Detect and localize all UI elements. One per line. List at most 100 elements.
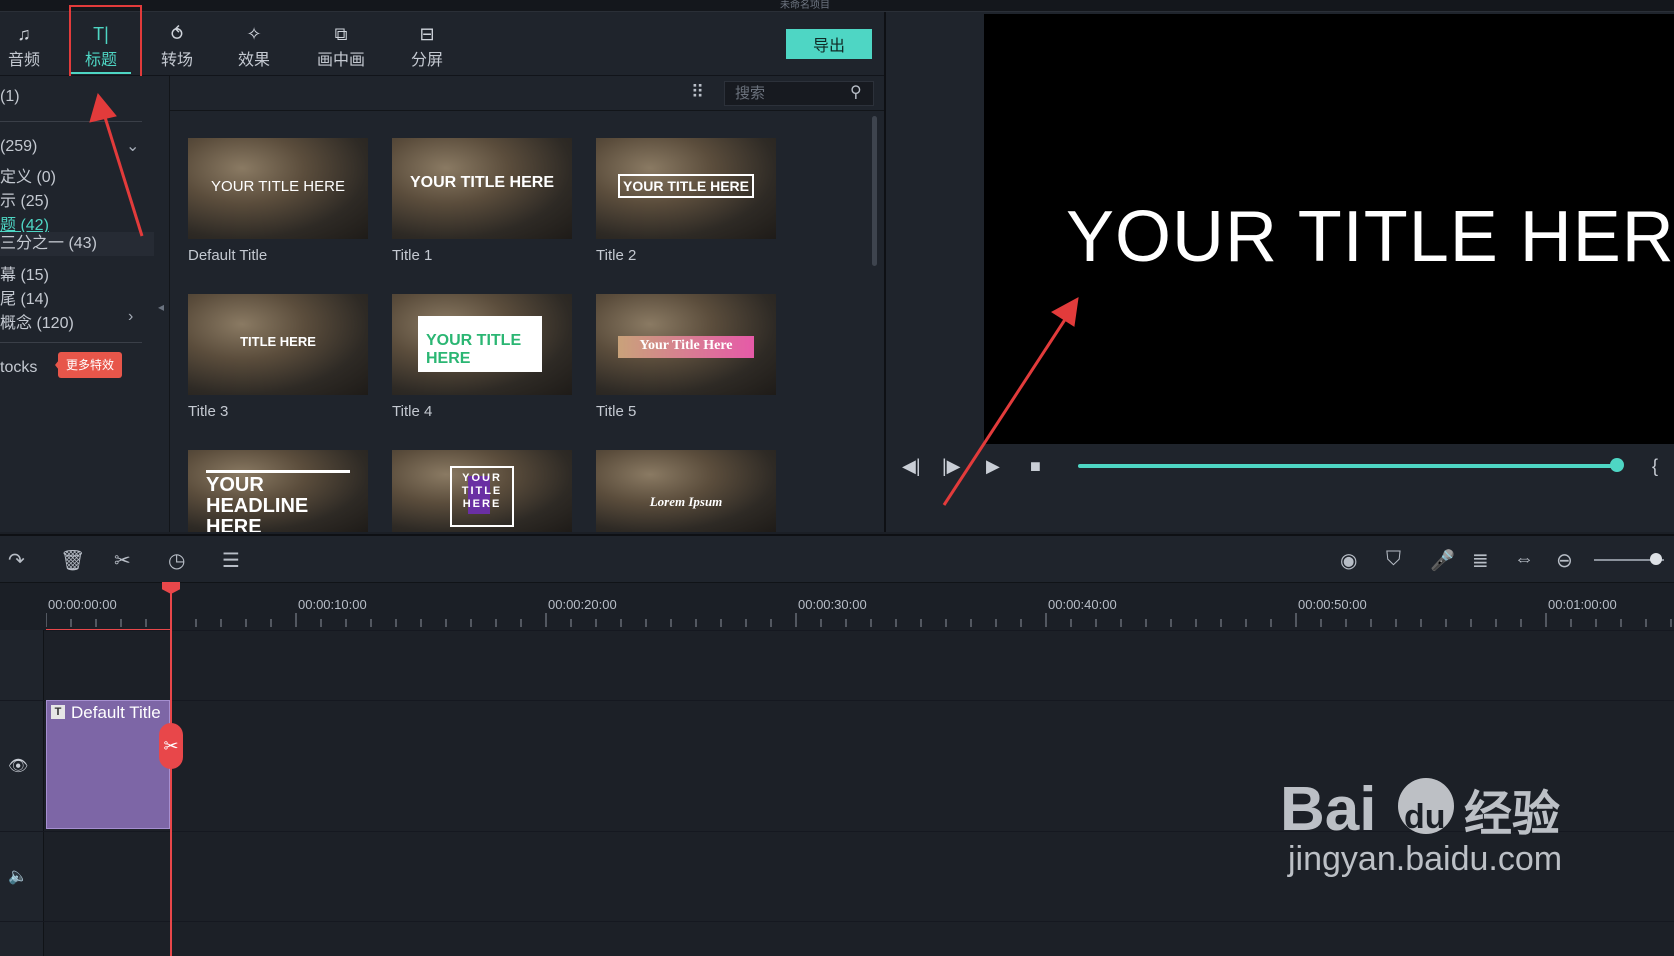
track-divider bbox=[0, 700, 44, 701]
eye-icon[interactable]: 👁 bbox=[8, 756, 28, 776]
tab-pip[interactable]: ⧉ 画中画 bbox=[311, 22, 371, 70]
thumb-card[interactable]: YOUR TITLE HERE bbox=[392, 450, 572, 532]
thumb-label: Title 4 bbox=[392, 403, 433, 420]
fit-timeline-icon[interactable]: ⇔ bbox=[1514, 548, 1534, 571]
thumb-overlay-text: YOUR TITLE HERE bbox=[618, 174, 754, 198]
thumbnail-image: YOUR HEADLINE HERE bbox=[188, 450, 368, 532]
preview-progress-bar[interactable] bbox=[1078, 464, 1614, 468]
thumb-overlay-text: YOUR TITLE HERE bbox=[450, 466, 514, 527]
category-item[interactable]: (1) bbox=[0, 88, 20, 106]
ruler-label: 00:00:50:00 bbox=[1298, 597, 1367, 612]
render-preview-icon[interactable]: ◉ bbox=[1340, 548, 1357, 573]
category-item[interactable]: 尾 (14) bbox=[0, 285, 49, 309]
thumb-card[interactable]: YOUR HEADLINE HERE bbox=[188, 450, 368, 532]
tab-audio[interactable]: ♫ 音频 bbox=[0, 22, 54, 70]
zoom-out-icon[interactable]: ⊖ bbox=[1556, 548, 1573, 573]
split-screen-icon: ⊟ bbox=[419, 24, 435, 44]
timeline-ruler[interactable]: 00:00:00:00 00:00:10:00 00:00:20:00 00:0… bbox=[0, 582, 1674, 632]
track-row[interactable] bbox=[44, 921, 1674, 956]
collapse-handle-icon[interactable]: ◂ bbox=[158, 300, 164, 314]
audio-mixer-icon[interactable]: ≣ bbox=[1472, 548, 1489, 573]
category-divider bbox=[0, 342, 142, 343]
category-item[interactable]: 三分之一 (43) bbox=[0, 232, 154, 256]
chevron-down-icon[interactable]: ⌄ bbox=[126, 136, 139, 156]
thumbnail-image: TITLE HERE bbox=[188, 294, 368, 395]
thumb-overlay-text: YOUR TITLE HERE bbox=[409, 174, 554, 191]
thumbnail-image: YOUR TITLE HERE bbox=[392, 450, 572, 532]
tab-audio-label: 音频 bbox=[7, 52, 40, 69]
step-forward-icon[interactable]: |▶ bbox=[942, 456, 961, 477]
thumb-label: Title 3 bbox=[188, 403, 229, 420]
play-icon[interactable]: ▶ bbox=[986, 456, 1000, 477]
thumbnail-image: Lorem Ipsum bbox=[596, 450, 776, 532]
thumb-card[interactable]: YOUR TITLE HERE Title 2 bbox=[596, 138, 776, 264]
ruler-label: 00:00:00:00 bbox=[48, 597, 117, 612]
category-divider bbox=[0, 121, 142, 122]
category-item[interactable]: (259) bbox=[0, 138, 37, 156]
track-row[interactable] bbox=[44, 630, 1674, 700]
thumb-card[interactable]: YOUR TITLE HERE Default Title bbox=[188, 138, 368, 264]
thumbnail-image: Your Title Here bbox=[596, 294, 776, 395]
thumb-overlay-text: Lorem Ipsum bbox=[649, 494, 723, 509]
thumb-card[interactable]: YOUR TITLE HERE Title 4 bbox=[392, 294, 572, 420]
category-item[interactable]: 定义 (0) bbox=[0, 163, 56, 187]
grid-scrollbar[interactable] bbox=[872, 116, 877, 266]
preview-progress-knob[interactable] bbox=[1610, 458, 1624, 472]
adjust-sliders-icon[interactable]: ☰ bbox=[222, 548, 240, 573]
stop-icon[interactable]: ■ bbox=[1030, 456, 1041, 477]
mark-in-icon[interactable]: { bbox=[1652, 456, 1658, 477]
effects-icon: ✧ bbox=[246, 24, 262, 44]
thumbnail-image: YOUR TITLE HERE bbox=[188, 138, 368, 239]
thumb-label: Default Title bbox=[188, 247, 268, 264]
category-item[interactable]: 示 (25) bbox=[0, 187, 49, 211]
thumb-overlay-text: Your Title Here bbox=[639, 338, 733, 353]
thumb-card[interactable]: YOUR TITLE HERE Title 1 bbox=[392, 138, 572, 264]
ruler-label: 00:00:10:00 bbox=[298, 597, 367, 612]
microphone-icon[interactable]: 🎤 bbox=[1430, 548, 1455, 573]
search-icon[interactable]: ⚲ bbox=[850, 82, 862, 102]
stocks-item[interactable]: tocks bbox=[0, 359, 37, 377]
timeline-toolbar: ↷ 🗑 ✂ ◷ ☰ ◉ ⛉ 🎤 ≣ ⇔ ⊖ bbox=[0, 534, 1674, 582]
speaker-icon[interactable]: 🔈 bbox=[8, 866, 28, 886]
thumb-overlay-text: TITLE HERE bbox=[240, 334, 316, 349]
step-back-icon[interactable]: ◀| bbox=[902, 456, 921, 477]
duration-clock-icon[interactable]: ◷ bbox=[168, 548, 185, 573]
category-panel: (1) (259) ⌄ 定义 (0) 示 (25) 题 (42) 三分之一 (4… bbox=[0, 76, 170, 532]
tab-split-screen[interactable]: ⊟ 分屏 bbox=[397, 22, 457, 70]
track-row[interactable] bbox=[44, 700, 1674, 831]
category-item[interactable]: 概念 (120) bbox=[0, 309, 74, 333]
tab-effects[interactable]: ✧ 效果 bbox=[224, 22, 284, 70]
zoom-slider-knob[interactable] bbox=[1650, 553, 1662, 565]
more-effects-badge[interactable]: 更多特效 bbox=[54, 352, 123, 378]
cut-icon[interactable]: ✂ bbox=[114, 548, 131, 573]
thumb-label: Title 1 bbox=[392, 247, 433, 264]
thumbnail-image: YOUR TITLE HERE bbox=[596, 138, 776, 239]
thumb-overlay-text: YOUR HEADLINE HERE bbox=[206, 470, 350, 532]
tab-transitions[interactable]: ⥀ 转场 bbox=[147, 22, 207, 70]
picture-in-picture-icon: ⧉ bbox=[334, 24, 348, 44]
chevron-right-icon[interactable]: › bbox=[128, 308, 133, 326]
thumb-card[interactable]: Lorem Ipsum bbox=[596, 450, 776, 532]
title-clip[interactable]: T Default Title bbox=[46, 700, 170, 829]
thumb-card[interactable]: TITLE HERE Title 3 bbox=[188, 294, 368, 420]
tab-titles[interactable]: T| 标题 bbox=[71, 22, 131, 74]
thumbnail-image: YOUR TITLE HERE bbox=[392, 294, 572, 395]
transition-icon: ⥀ bbox=[170, 24, 184, 44]
grid-view-icon[interactable]: ⠿ bbox=[691, 82, 704, 103]
category-item[interactable]: 幕 (15) bbox=[0, 261, 49, 285]
thumb-card[interactable]: Your Title Here Title 5 bbox=[596, 294, 776, 420]
redo-icon[interactable]: ↷ bbox=[8, 548, 25, 573]
title-grid-panel: ⠿ ⚲ YOUR TITLE HERE Default Title YOUR T… bbox=[170, 76, 884, 532]
ruler-label: 00:00:20:00 bbox=[548, 597, 617, 612]
export-button[interactable]: 导出 bbox=[786, 29, 872, 59]
marker-icon[interactable]: ⛉ bbox=[1386, 548, 1401, 571]
track-row[interactable] bbox=[44, 831, 1674, 921]
music-note-icon: ♫ bbox=[17, 24, 31, 44]
thumb-overlay-text: YOUR TITLE HERE bbox=[211, 178, 345, 195]
ruler-label: 00:00:30:00 bbox=[798, 597, 867, 612]
grid-header: ⠿ ⚲ bbox=[170, 76, 884, 111]
scissors-icon[interactable]: ✂ bbox=[159, 723, 183, 769]
preview-title-text: YOUR TITLE HERE bbox=[1066, 197, 1674, 277]
delete-icon[interactable]: 🗑 bbox=[60, 548, 85, 573]
playhead-line[interactable] bbox=[170, 590, 172, 956]
